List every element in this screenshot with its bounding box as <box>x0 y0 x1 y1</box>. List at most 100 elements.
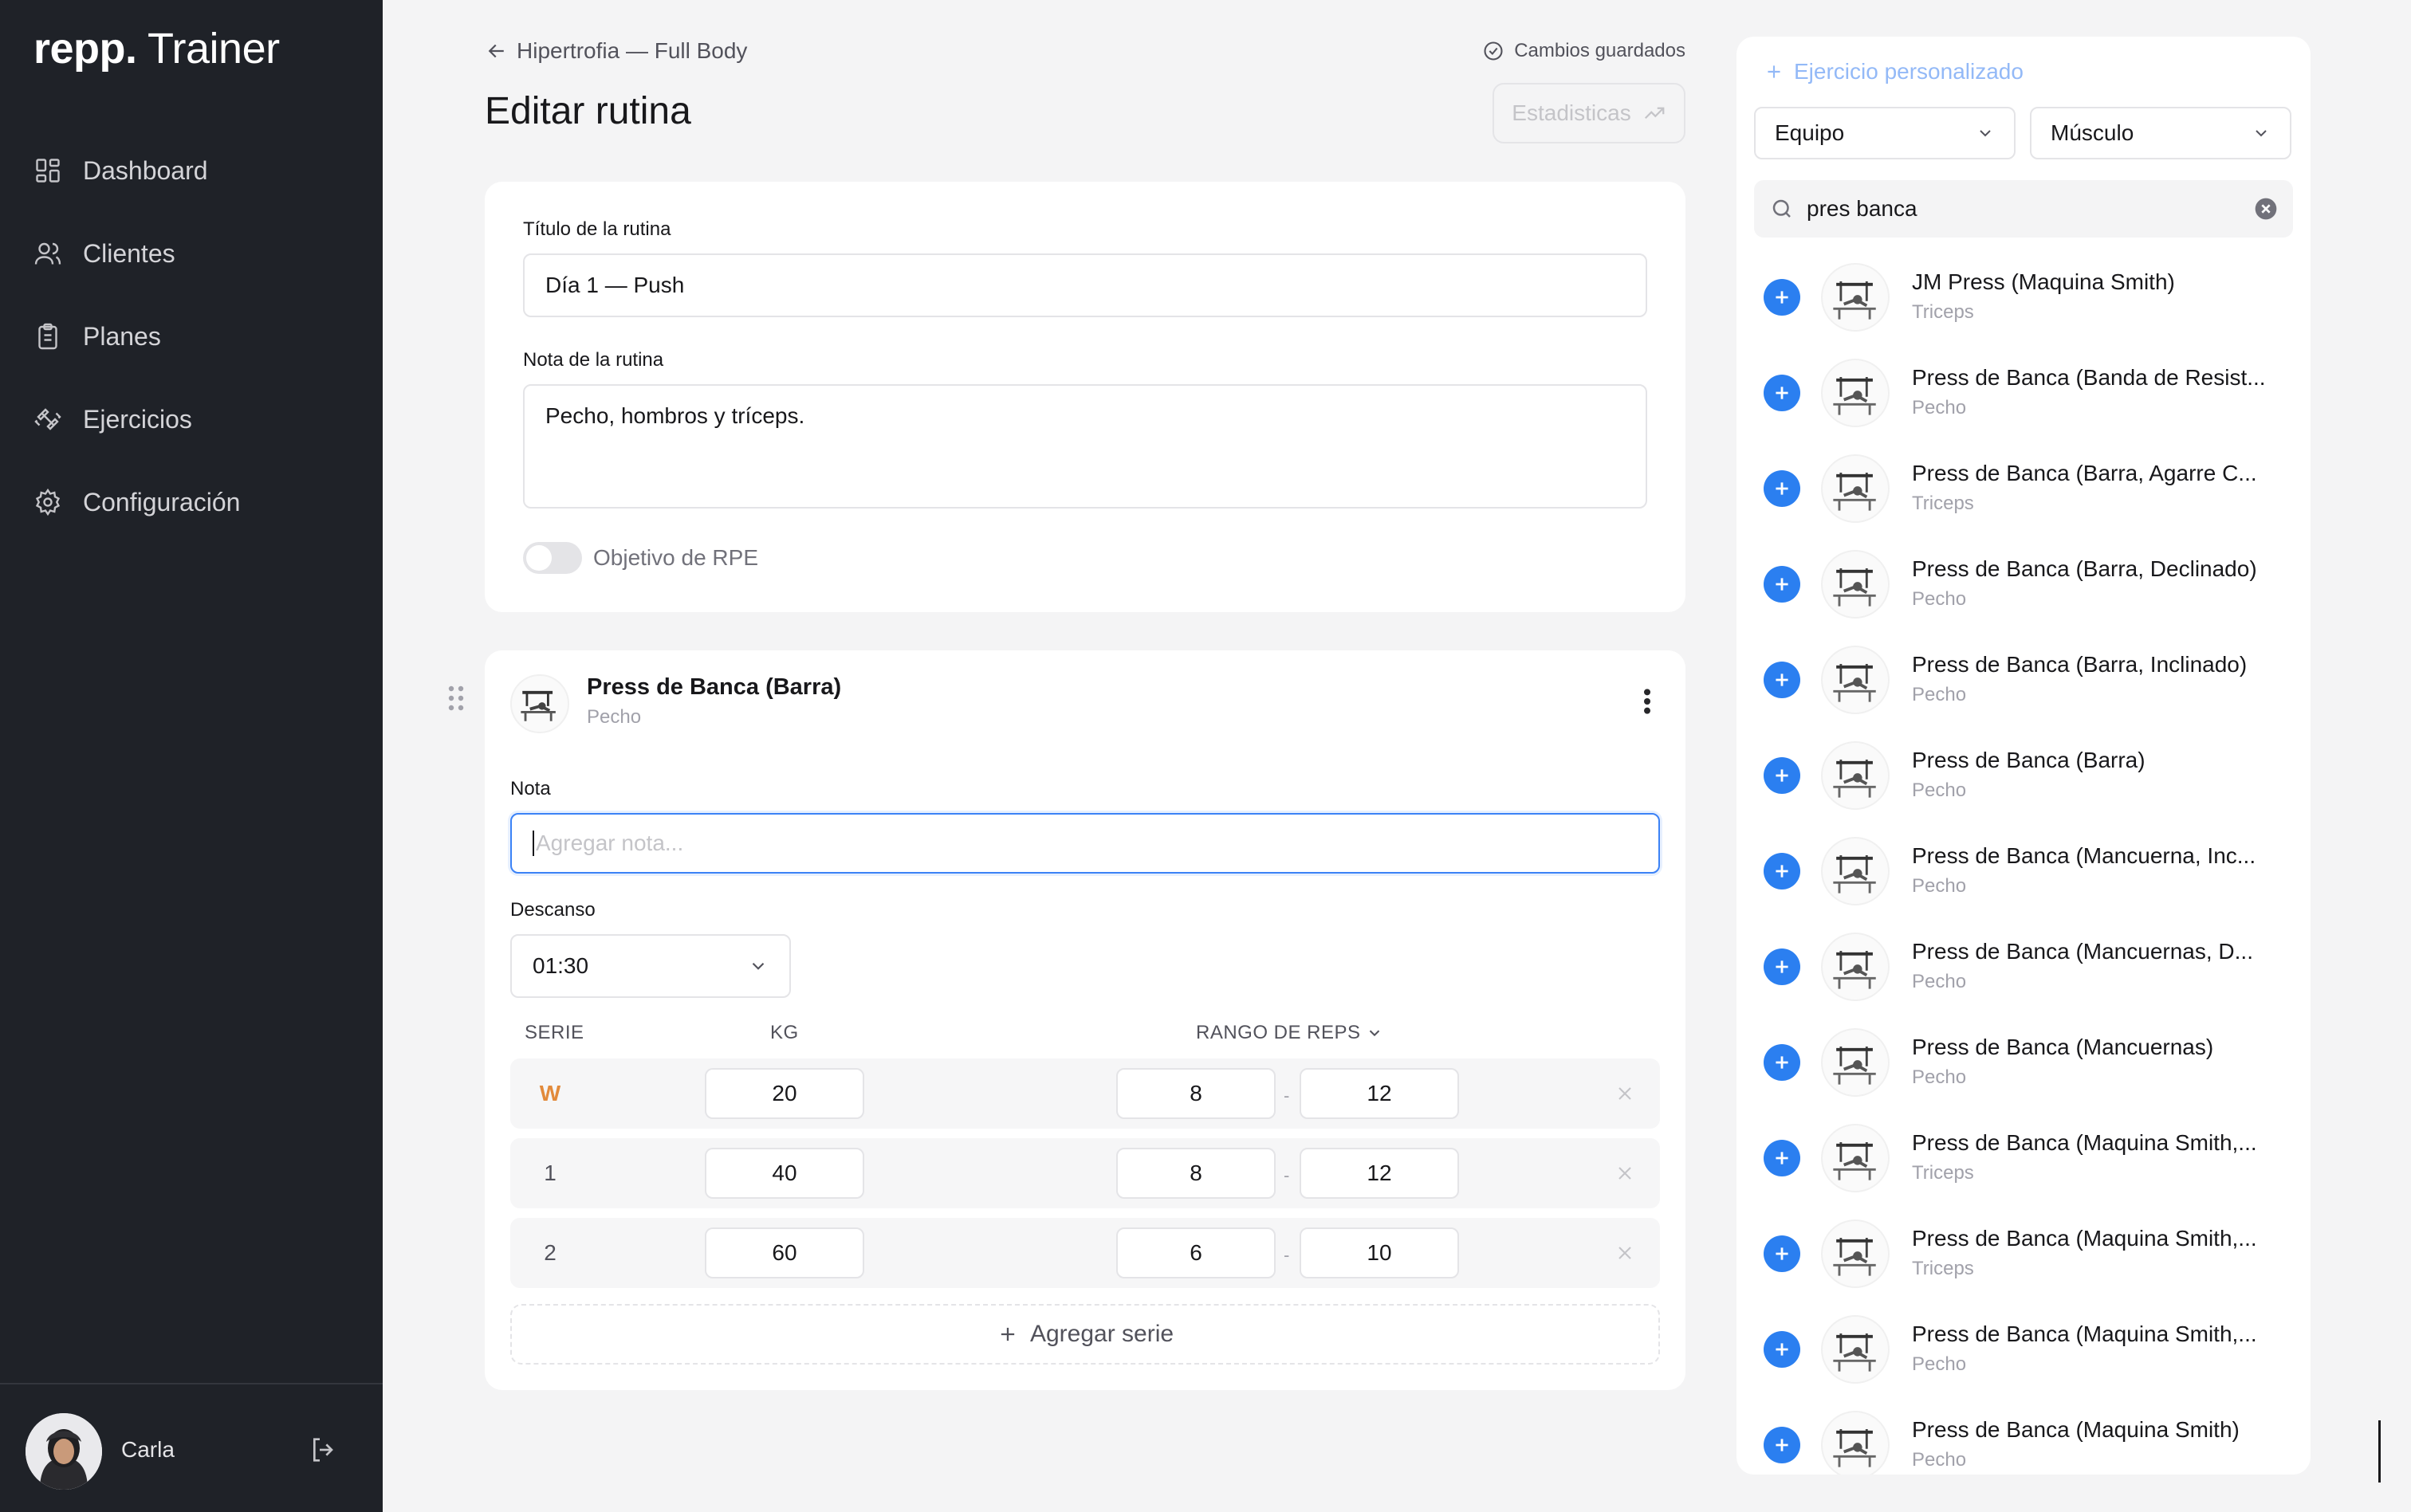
kg-input[interactable]: 40 <box>705 1148 864 1199</box>
routine-title-value: Día 1 — Push <box>545 273 685 297</box>
bench-press-icon <box>521 690 556 721</box>
list-item[interactable]: Press de Banca (Mancuerna, Inc... Pecho <box>1736 837 2311 939</box>
logout-icon[interactable] <box>308 1434 340 1466</box>
sidebar-item-clientes[interactable]: Clientes <box>0 212 383 295</box>
reps-min-input[interactable]: 8 <box>1116 1148 1276 1199</box>
set-label[interactable]: 2 <box>510 1240 590 1266</box>
exercise-thumbnail <box>1821 1124 1890 1192</box>
exercise-thumbnail <box>1821 741 1890 810</box>
back-link[interactable]: Hipertrofia — Full Body <box>485 38 747 64</box>
plus-icon <box>1776 578 1788 591</box>
list-item[interactable]: Press de Banca (Maquina Smith) Pecho <box>1736 1411 2311 1475</box>
list-item[interactable]: Press de Banca (Maquina Smith,... Triceps <box>1736 1124 2311 1226</box>
list-item[interactable]: Press de Banca (Banda de Resist... Pecho <box>1736 359 2311 461</box>
avatar[interactable] <box>26 1413 102 1490</box>
close-icon[interactable] <box>1614 1242 1636 1264</box>
range-separator: - <box>1284 1245 1290 1265</box>
reps-max-input[interactable]: 10 <box>1300 1227 1459 1278</box>
list-item[interactable]: Press de Banca (Maquina Smith,... Pecho <box>1736 1315 2311 1417</box>
add-exercise-button[interactable] <box>1764 1235 1800 1272</box>
plus-icon <box>1776 1343 1788 1356</box>
add-exercise-button[interactable] <box>1764 757 1800 794</box>
exercise-result-name: Press de Banca (Maquina Smith,... <box>1912 1130 2257 1155</box>
user-section: Carla <box>0 1383 383 1512</box>
reps-min-input[interactable]: 6 <box>1116 1227 1276 1278</box>
kg-input[interactable]: 20 <box>705 1068 864 1119</box>
exercise-result-name: Press de Banca (Barra) <box>1912 748 2146 772</box>
plus-icon <box>1776 387 1788 399</box>
add-exercise-button[interactable] <box>1764 566 1800 603</box>
sidebar-item-configuracion[interactable]: Configuración <box>0 461 383 544</box>
add-exercise-button[interactable] <box>1764 1427 1800 1463</box>
list-item[interactable]: Press de Banca (Maquina Smith,... Triceps <box>1736 1219 2311 1322</box>
add-exercise-button[interactable] <box>1764 662 1800 698</box>
routine-note-textarea[interactable]: Pecho, hombros y tríceps. <box>523 384 1647 509</box>
exercise-result-muscle: Pecho <box>1912 684 1967 705</box>
rest-label: Descanso <box>510 899 596 921</box>
add-exercise-button[interactable] <box>1764 1140 1800 1176</box>
gear-icon <box>35 488 61 516</box>
more-options-icon[interactable] <box>1636 685 1658 717</box>
list-item[interactable]: Press de Banca (Barra, Declinado) Pecho <box>1736 550 2311 652</box>
app-logo[interactable]: repp. Trainer <box>33 24 280 73</box>
column-header-kg: KG <box>770 1022 799 1043</box>
add-exercise-button[interactable] <box>1764 1331 1800 1368</box>
close-icon[interactable] <box>1614 1082 1636 1105</box>
search-value: pres banca <box>1807 196 1917 221</box>
list-item[interactable]: JM Press (Maquina Smith) Triceps <box>1736 263 2311 365</box>
clear-search-icon[interactable] <box>2253 196 2279 222</box>
routine-card: Título de la rutina Día 1 — Push Nota de… <box>485 182 1685 612</box>
routine-note-value: Pecho, hombros y tríceps. <box>545 403 805 428</box>
exercise-result-muscle: Pecho <box>1912 1066 1967 1088</box>
kg-input[interactable]: 60 <box>705 1227 864 1278</box>
equipment-filter[interactable]: Equipo <box>1754 107 2016 159</box>
list-item[interactable]: Press de Banca (Mancuernas, D... Pecho <box>1736 933 2311 1035</box>
reps-max-input[interactable]: 12 <box>1300 1148 1459 1199</box>
list-item[interactable]: Press de Banca (Barra, Agarre C... Tricep… <box>1736 454 2311 556</box>
custom-exercise-button[interactable]: Ejercicio personalizado <box>1764 59 2024 84</box>
close-icon[interactable] <box>1614 1162 1636 1184</box>
plus-icon <box>1768 65 1780 78</box>
sidebar-item-dashboard[interactable]: Dashboard <box>0 129 383 212</box>
routine-title-input[interactable]: Día 1 — Push <box>523 253 1647 317</box>
save-status-label: Cambios guardados <box>1514 40 1685 61</box>
add-exercise-button[interactable] <box>1764 279 1800 316</box>
add-exercise-button[interactable] <box>1764 470 1800 507</box>
exercise-illustration-icon <box>1833 472 1876 511</box>
exercise-illustration-icon <box>1833 1333 1876 1372</box>
list-item[interactable]: Press de Banca (Mancuernas) Pecho <box>1736 1028 2311 1130</box>
drag-handle-icon[interactable] <box>446 684 466 713</box>
exercise-name[interactable]: Press de Banca (Barra) <box>587 674 841 701</box>
muscle-filter[interactable]: Músculo <box>2030 107 2291 159</box>
stats-button[interactable]: Estadisticas <box>1493 83 1685 143</box>
reps-min-input[interactable]: 8 <box>1116 1068 1276 1119</box>
list-item[interactable]: Press de Banca (Barra, Inclinado) Pecho <box>1736 646 2311 748</box>
column-header-reps[interactable]: RANGO DE REPS <box>1196 1022 1383 1044</box>
page-title: Editar rutina <box>485 90 691 132</box>
rest-select[interactable]: 01:30 <box>510 934 791 998</box>
sidebar-item-planes[interactable]: Planes <box>0 295 383 378</box>
exercise-illustration-icon <box>1833 1141 1876 1180</box>
sidebar-item-label: Planes <box>83 321 161 351</box>
add-exercise-button[interactable] <box>1764 375 1800 411</box>
add-exercise-button[interactable] <box>1764 853 1800 890</box>
add-set-button[interactable]: Agregar serie <box>510 1304 1660 1365</box>
users-icon <box>34 242 61 265</box>
set-label[interactable]: W <box>510 1081 590 1106</box>
plus-icon <box>1001 1327 1015 1341</box>
exercise-thumbnail <box>1821 263 1890 332</box>
sidebar-item-ejercicios[interactable]: Ejercicios <box>0 378 383 461</box>
exercise-note-input[interactable]: Agregar nota... <box>510 813 1660 874</box>
search-input[interactable]: pres banca <box>1754 180 2293 238</box>
avatar-image <box>26 1413 102 1490</box>
rpe-toggle[interactable] <box>523 542 582 574</box>
exercise-result-muscle: Triceps <box>1912 1162 1974 1184</box>
routine-title-label: Título de la rutina <box>523 218 671 240</box>
list-item[interactable]: Press de Banca (Barra) Pecho <box>1736 741 2311 843</box>
set-label[interactable]: 1 <box>510 1161 590 1186</box>
exercise-result-name: Press de Banca (Mancuernas, D... <box>1912 939 2253 964</box>
add-exercise-button[interactable] <box>1764 948 1800 985</box>
reps-max-input[interactable]: 12 <box>1300 1068 1459 1119</box>
add-exercise-button[interactable] <box>1764 1044 1800 1081</box>
exercise-result-muscle: Pecho <box>1912 397 1967 418</box>
